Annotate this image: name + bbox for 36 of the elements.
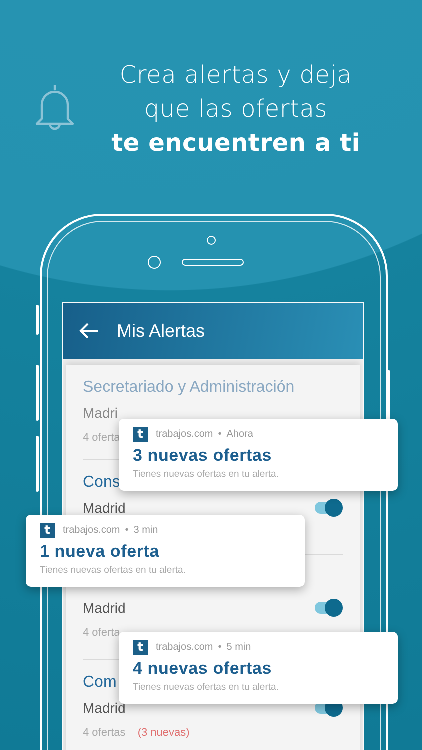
time-text: 5 min: [226, 642, 252, 652]
alert-title: Cons: [83, 472, 120, 492]
new-count: (3 nuevas): [138, 726, 190, 740]
notification-text: Tienes nuevas ofertas en tu alerta.: [133, 468, 280, 482]
separator-dot: •: [218, 642, 222, 652]
app-logo: t: [133, 640, 148, 654]
screen-title: Mis Alertas: [117, 320, 206, 342]
notification-title: 3 nuevas ofertas: [133, 445, 273, 467]
source-text: trabajos.com: [63, 524, 120, 536]
camera-icon: [207, 236, 216, 245]
offer-count: 4 oferta: [83, 626, 120, 640]
city-text: Madrid: [83, 598, 126, 618]
app-logo: t: [133, 426, 148, 442]
separator-dot: •: [125, 524, 129, 536]
bell-icon: [33, 83, 77, 133]
notification-text: Tienes nuevas ofertas en tu alerta.: [40, 564, 187, 578]
city-text: Madrid: [83, 498, 126, 518]
app-logo: t: [40, 522, 55, 538]
source-text: trabajos.com: [156, 428, 214, 440]
headline-text: Crea alertas y deja: [120, 60, 352, 91]
time-text: 3 min: [134, 524, 158, 536]
source-text: trabajos.com: [156, 642, 214, 652]
separator-dot: •: [218, 428, 222, 440]
offer-count: 4 ofertas: [83, 726, 126, 740]
back-arrow-icon[interactable]: [79, 323, 99, 339]
notification-card[interactable]: t trabajos.com • 5 min 4 nuevas ofertas Tienes nuevas ofertas en tu alerta.: [119, 632, 398, 704]
headline-text: te encuentren a ti: [112, 128, 360, 159]
notification-card[interactable]: t trabajos.com • 3 min 1 nueva oferta Tienes nuevas ofertas en tu alerta.: [26, 515, 305, 587]
notification-text: Tienes nuevas ofertas en tu alerta.: [133, 681, 280, 695]
time-text: Ahora: [226, 428, 254, 440]
notification-title: 4 nuevas ofertas: [133, 658, 273, 680]
notification-title: 1 nueva oferta: [40, 541, 160, 563]
speaker-icon: [182, 259, 244, 266]
sensor-icon: [148, 256, 161, 269]
headline-text: que las ofertas: [144, 94, 328, 125]
notification-card[interactable]: t trabajos.com • Ahora 3 nuevas ofertas Tienes nuevas ofertas en tu alerta.: [119, 419, 398, 491]
